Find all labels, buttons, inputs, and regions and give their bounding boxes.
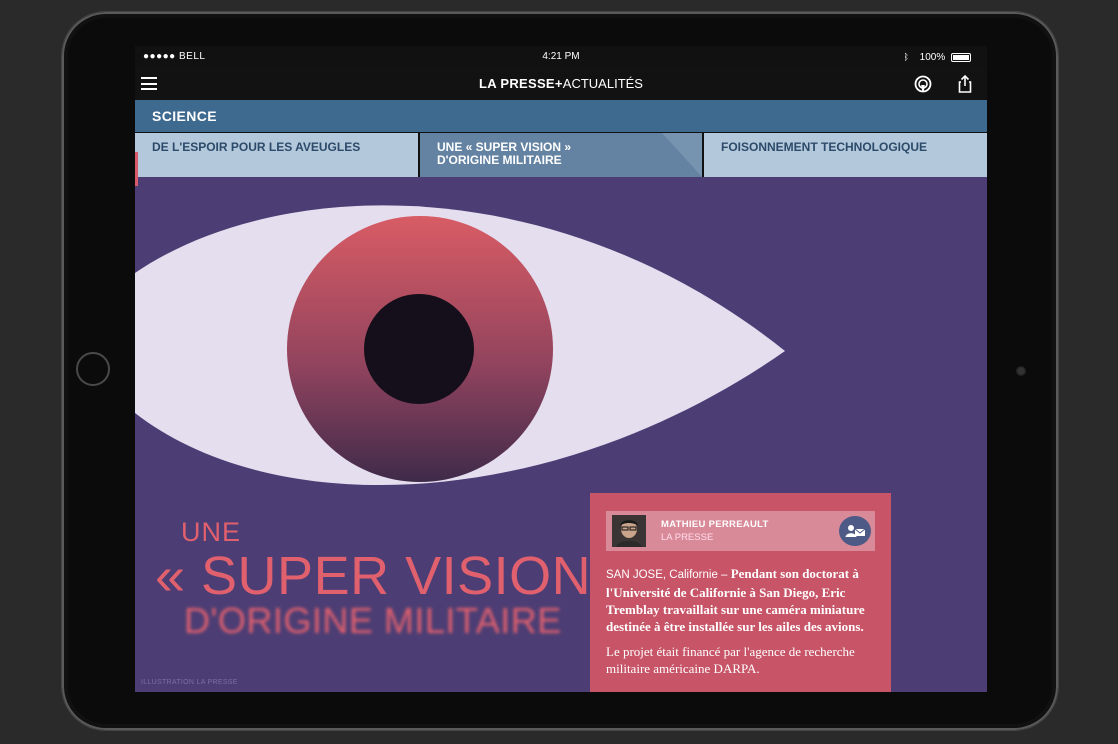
share-icon[interactable] <box>955 74 975 94</box>
battery-percent: 100% <box>919 52 946 63</box>
headline-line2: « SUPER VISION » <box>155 546 638 606</box>
tab-label-line2: D'ORIGINE MILITAIRE <box>437 153 562 167</box>
tab-foisonnement[interactable]: FOISONNEMENT TECHNOLOGIQUE <box>704 133 987 177</box>
podcast-icon[interactable] <box>913 74 933 94</box>
home-button[interactable] <box>76 352 110 386</box>
article-dateline: SAN JOSE, Californie – <box>606 569 728 581</box>
tab-espoir-aveugles[interactable]: DE L'ESPOIR POUR LES AVEUGLES <box>135 133 418 177</box>
accent-edge <box>135 152 138 186</box>
headline-line3: D'ORIGINE MILITAIRE <box>184 600 562 641</box>
bluetooth-icon: ᛒ <box>903 52 909 62</box>
tab-label: DE L'ESPOIR POUR LES AVEUGLES <box>152 140 361 154</box>
article-card: MATHIEU PERREAULT LA PRESSE SAN JOSE, Ca… <box>590 493 891 692</box>
article-paragraph: Le projet était financé par l'agence de … <box>606 644 855 676</box>
status-bar: ●●●●● BELL 4:21 PM ᛒ 100% <box>135 46 987 68</box>
author-name: MATHIEU PERREAULT <box>661 519 769 530</box>
author-byline: MATHIEU PERREAULT LA PRESSE <box>606 511 875 551</box>
top-navigation: LA PRESSE+ACTUALITÉS <box>135 68 987 100</box>
article-tabs: DE L'ESPOIR POUR LES AVEUGLES UNE « SUPE… <box>135 133 987 177</box>
camera-icon <box>1016 366 1026 376</box>
illustration-credit: ILLUSTRATION LA PRESSE <box>141 679 238 686</box>
section-header: SCIENCE <box>135 100 987 132</box>
headline-line1: UNE <box>181 517 242 547</box>
screen: ●●●●● BELL 4:21 PM ᛒ 100% LA PRESSE+ACTU… <box>135 46 987 692</box>
clock: 4:21 PM <box>542 51 580 62</box>
article-headline: UNE « SUPER VISION » D'ORIGINE MILITAIRE <box>155 517 638 642</box>
tab-super-vision[interactable]: UNE « SUPER VISION » D'ORIGINE MILITAIRE <box>420 133 702 177</box>
section-name: ACTUALITÉS <box>562 76 643 91</box>
author-avatar <box>612 515 646 547</box>
contact-author-icon[interactable] <box>839 516 871 546</box>
battery-status: ᛒ 100% <box>903 46 971 69</box>
battery-icon <box>951 52 971 62</box>
brand-name: LA PRESSE+ <box>479 76 563 91</box>
article-body: SAN JOSE, Californie – Pendant son docto… <box>606 565 875 677</box>
app-title: LA PRESSE+ACTUALITÉS <box>135 76 987 91</box>
article-hero: UNE « SUPER VISION » D'ORIGINE MILITAIRE… <box>135 177 987 692</box>
author-organization: LA PRESSE <box>661 532 714 543</box>
eye-pupil <box>364 294 474 404</box>
tab-label: FOISONNEMENT TECHNOLOGIQUE <box>721 140 928 154</box>
